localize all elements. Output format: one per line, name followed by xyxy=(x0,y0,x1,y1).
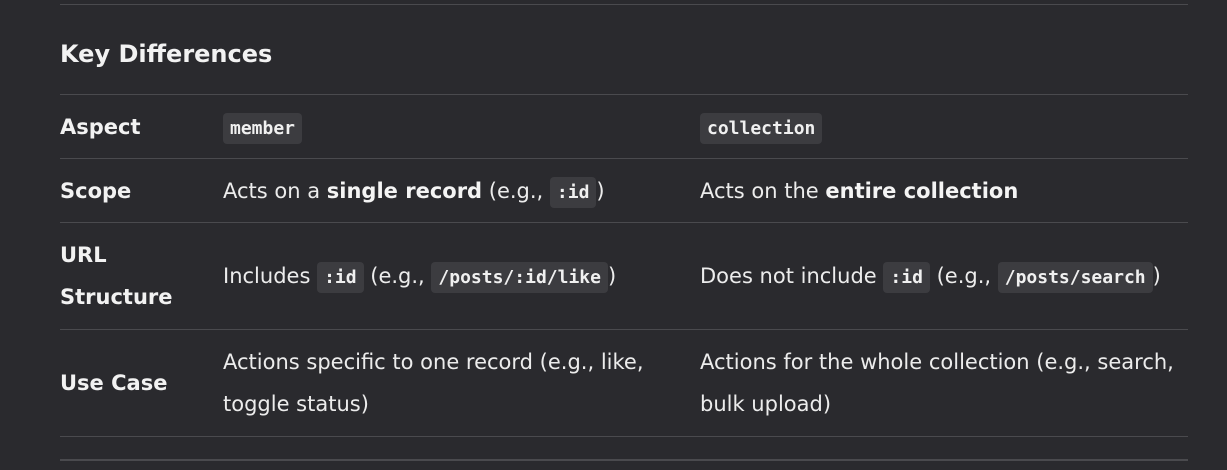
url-collection-cell: Does not include :id (e.g., /posts/searc… xyxy=(700,223,1188,330)
text: (e.g., xyxy=(363,264,432,288)
use-case-collection-cell: Actions for the whole collection (e.g., … xyxy=(700,350,1174,416)
text: Does not include xyxy=(700,264,884,288)
text: Acts on a xyxy=(223,178,327,203)
header-member-code: member xyxy=(223,112,303,144)
table-row: Use Case Actions specific to one record … xyxy=(60,329,1188,437)
section-heading: Key Differences xyxy=(60,40,273,68)
bold-text: entire collection xyxy=(825,178,1019,203)
use-case-member-cell: Actions specific to one record (e.g., li… xyxy=(223,350,644,416)
inline-code: /posts/:id/like xyxy=(431,262,608,293)
text: (e.g., xyxy=(929,264,998,288)
row-label-use-case: Use Case xyxy=(60,371,168,395)
table-row: URL Structure Includes :id (e.g., /posts… xyxy=(60,222,1188,330)
table-header-row: Aspect member collection xyxy=(60,94,1188,159)
differences-table: Aspect member collection Scope Acts on a… xyxy=(60,94,1188,437)
header-member: member xyxy=(223,95,700,159)
text: ) xyxy=(607,264,617,288)
table-row: Scope Acts on a single record (e.g., :id… xyxy=(60,158,1188,223)
scope-collection-cell: Acts on the entire collection xyxy=(700,159,1188,223)
row-label-scope: Scope xyxy=(60,178,132,203)
bottom-divider xyxy=(60,459,1188,461)
top-divider xyxy=(60,4,1188,5)
text: Acts on the xyxy=(700,178,826,203)
inline-code: :id xyxy=(549,176,597,208)
inline-code: :id xyxy=(317,262,364,293)
text: ) xyxy=(1152,264,1161,288)
header-collection: collection xyxy=(700,95,1188,159)
row-label-url-structure: URL Structure xyxy=(60,243,173,309)
header-collection-code: collection xyxy=(700,112,823,144)
inline-code: /posts/search xyxy=(997,262,1153,293)
text: ) xyxy=(596,178,605,203)
bold-text: single record xyxy=(326,178,483,203)
text: (e.g., xyxy=(482,178,550,203)
inline-code: :id xyxy=(883,262,930,293)
scope-member-cell: Acts on a single record (e.g., :id) xyxy=(223,159,700,223)
header-aspect: Aspect xyxy=(60,114,141,139)
url-member-cell: Includes :id (e.g., /posts/:id/like) xyxy=(223,223,700,330)
text: Includes xyxy=(223,264,318,288)
